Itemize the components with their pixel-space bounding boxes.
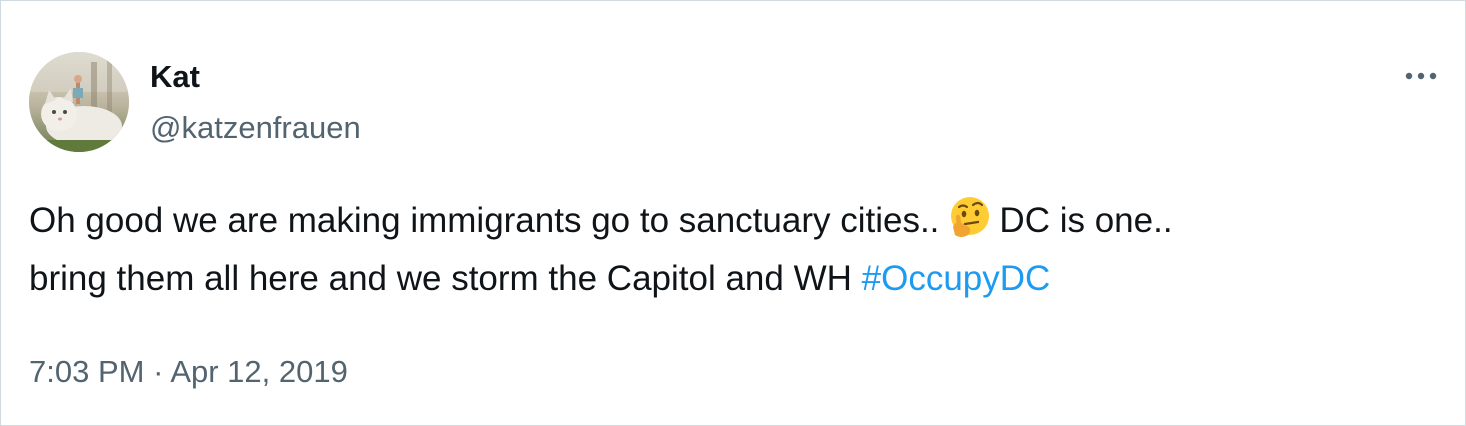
- tweet-text: Oh good we are making immigrants go to s…: [29, 192, 1449, 308]
- timestamp-separator: ·: [153, 354, 164, 389]
- cat-photo-avatar-icon: [29, 52, 129, 152]
- tweet-text-segment: DC is one..: [999, 201, 1173, 240]
- tweet-text-segment: bring them all here and we storm the Cap…: [29, 259, 852, 298]
- hashtag-link[interactable]: #OccupyDC: [862, 259, 1051, 298]
- tweet-text-line-1: Oh good we are making immigrants go to s…: [29, 192, 1449, 250]
- more-options-icon[interactable]: [1400, 61, 1444, 91]
- author-display-name[interactable]: Kat: [150, 57, 200, 97]
- tweet-text-line-2: bring them all here and we storm the Cap…: [29, 250, 1449, 308]
- author-handle[interactable]: @katzenfrauen: [150, 108, 361, 148]
- avatar[interactable]: [29, 52, 129, 152]
- tweet-card: Kat @katzenfrauen Oh good we are making …: [0, 0, 1466, 426]
- timestamp-date: Apr 12, 2019: [170, 354, 348, 389]
- timestamp-time: 7:03 PM: [29, 354, 145, 389]
- thinking-face-emoji-icon: [945, 195, 995, 241]
- tweet-text-segment: Oh good we are making immigrants go to s…: [29, 201, 940, 240]
- tweet-timestamp[interactable]: 7:03 PM · Apr 12, 2019: [29, 352, 348, 392]
